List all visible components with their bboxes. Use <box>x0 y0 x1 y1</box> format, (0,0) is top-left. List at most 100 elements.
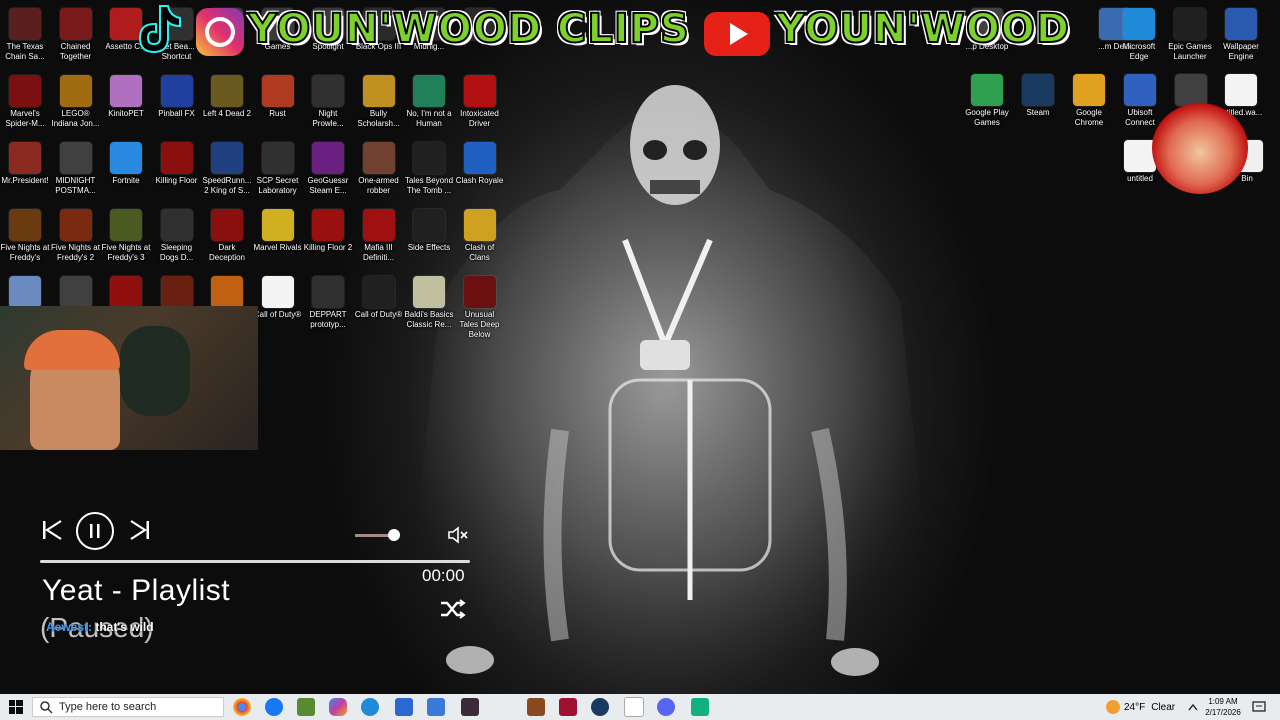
desktop-icon[interactable]: Unusual Tales Deep Below <box>455 274 505 340</box>
taskbar-app-chat[interactable] <box>690 697 710 717</box>
taskbar-app-file[interactable] <box>624 697 644 717</box>
desktop-icon[interactable]: Night Prowle... <box>303 73 353 139</box>
desktop-icon-label: Steam <box>1026 108 1050 117</box>
taskbar-app-discord[interactable] <box>656 697 676 717</box>
desktop-icon[interactable]: Left 4 Dead 2 <box>202 73 252 139</box>
taskbar-app-game[interactable] <box>526 697 546 717</box>
weather-widget[interactable]: 24°F Clear <box>1106 697 1176 717</box>
desktop-icon[interactable]: SpeedRunn... 2 King of S... <box>202 140 252 206</box>
app-icon <box>1073 74 1105 106</box>
desktop-icon[interactable]: SCP Secret Laboratory <box>253 140 303 206</box>
desktop-icon-label: MIDNIGHT POSTMA... <box>55 176 96 195</box>
app-icon <box>1022 74 1054 106</box>
mute-button[interactable] <box>446 524 470 546</box>
taskbar-app-chrome[interactable] <box>232 697 252 717</box>
app-icon <box>110 209 142 241</box>
taskbar-search-box[interactable]: Type here to search <box>32 697 224 717</box>
desktop-icon[interactable]: Five Nights at Freddy's 3 <box>101 207 151 273</box>
tray-chevron-button[interactable] <box>1186 697 1200 717</box>
desktop-icon-label: Chained Together <box>59 42 92 61</box>
taskbar-app-minecraft[interactable] <box>296 697 316 717</box>
desktop-icon[interactable]: Five Nights at Freddy's <box>0 207 50 273</box>
desktop-icon-label: Mr.President! <box>1 176 49 185</box>
desktop-icon[interactable]: Intoxicated Driver <box>455 73 505 139</box>
desktop-icon[interactable]: KinitoPET <box>101 73 151 139</box>
media-icon <box>559 698 577 716</box>
discord-icon <box>657 698 675 716</box>
desktop-icon-label: Call of Duty® <box>354 310 403 319</box>
desktop-icon[interactable]: Bully Scholarsh... <box>354 73 404 139</box>
app-icon <box>971 74 1003 106</box>
desktop-icon[interactable]: The Texas Chain Sa... <box>0 6 50 72</box>
desktop-icon[interactable]: Wallpaper Engine <box>1216 6 1266 72</box>
previous-track-button[interactable] <box>38 516 66 544</box>
desktop-icon[interactable]: Google Play Games <box>962 72 1012 138</box>
desktop-icon-label: Sleeping Dogs D... <box>159 243 194 262</box>
desktop-icon[interactable]: DEPPART prototyp... <box>303 274 353 340</box>
pause-button[interactable] <box>76 512 114 550</box>
desktop-icon[interactable]: One-armed robber <box>354 140 404 206</box>
taskbar-app-media[interactable] <box>558 697 578 717</box>
desktop-icon[interactable]: Marvel's Spider-M... <box>0 73 50 139</box>
desktop-icon[interactable]: Tales Beyond The Tomb ... <box>404 140 454 206</box>
taskbar-app-steam[interactable] <box>590 697 610 717</box>
copilot-icon <box>329 698 347 716</box>
taskbar-app-edge[interactable] <box>360 697 380 717</box>
desktop-icon[interactable]: Fortnite <box>101 140 151 206</box>
game-icon <box>527 698 545 716</box>
taskbar-app-mail[interactable] <box>426 697 446 717</box>
start-button[interactable] <box>6 697 26 717</box>
sticker-mascot <box>1152 102 1248 194</box>
notification-button[interactable] <box>1250 697 1268 717</box>
track-progress-bar[interactable] <box>40 560 470 563</box>
desktop-icon[interactable]: Dark Deception <box>202 207 252 273</box>
desktop-icon[interactable]: Epic Games Launcher <box>1165 6 1215 72</box>
desktop-icon[interactable]: Side Effects <box>404 207 454 273</box>
desktop-icon[interactable]: Call of Duty® <box>354 274 404 340</box>
app-icon <box>463 276 496 308</box>
app-icon <box>413 142 445 174</box>
volume-slider-handle[interactable] <box>388 529 400 541</box>
desktop-icon-label: Five Nights at Freddy's 3 <box>101 243 151 262</box>
desktop-icon-label: Bully Scholarsh... <box>357 109 400 128</box>
app-icon <box>59 276 92 308</box>
desktop-icon[interactable]: Baldi's Basics Classic Re... <box>404 274 454 340</box>
app-icon <box>463 209 496 241</box>
taskbar-app-obs[interactable] <box>460 697 480 717</box>
desktop-icon[interactable]: Rust <box>253 73 303 139</box>
desktop-icon[interactable]: Pinball FX <box>152 73 202 139</box>
taskbar-app-facebook[interactable] <box>264 697 284 717</box>
shuffle-button[interactable] <box>438 596 468 622</box>
desktop-icon[interactable]: Chained Together <box>51 6 101 72</box>
desktop-icon[interactable]: Google Chrome <box>1064 72 1114 138</box>
taskbar-app-copilot[interactable] <box>328 697 348 717</box>
app-icon <box>110 75 142 107</box>
desktop-icon[interactable]: Mr.President! <box>0 140 50 206</box>
desktop-icon[interactable]: Marvel Rivals <box>253 207 303 273</box>
clock[interactable]: 1:09 AM 2/17/2026 <box>1200 697 1246 717</box>
desktop-icon[interactable]: Clash Royale <box>455 140 505 206</box>
desktop-icon[interactable]: Five Nights at Freddy's 2 <box>51 207 101 273</box>
chat-message: Aewest: that's wild <box>46 620 154 634</box>
desktop-icon[interactable]: GeoGuessr Steam E... <box>303 140 353 206</box>
app-icon <box>312 75 344 107</box>
desktop-icon[interactable]: Sleeping Dogs D... <box>152 207 202 273</box>
desktop-icon[interactable]: Killing Floor 2 <box>303 207 353 273</box>
desktop-icon-label: Wallpaper Engine <box>1223 42 1259 61</box>
desktop-icon[interactable]: Mafia III Definiti... <box>354 207 404 273</box>
webcam-overlay <box>0 306 258 450</box>
desktop-icon-label: Mafia III Definiti... <box>362 243 395 262</box>
next-track-button[interactable] <box>126 516 154 544</box>
desktop-icon[interactable]: Steam <box>1013 72 1063 138</box>
desktop-icon[interactable]: MIDNIGHT POSTMA... <box>51 140 101 206</box>
desktop-icon[interactable]: Clash of Clans <box>455 207 505 273</box>
desktop-icon[interactable]: LEGO® Indiana Jon... <box>51 73 101 139</box>
desktop-icon[interactable]: No, I'm not a Human <box>404 73 454 139</box>
desktop-icon-label: Epic Games Launcher <box>1168 42 1212 61</box>
desktop-icon-label: SpeedRunn... 2 King of S... <box>202 176 252 195</box>
skip-previous-icon <box>43 520 62 540</box>
desktop-icon[interactable]: Microsoft Edge <box>1114 6 1164 72</box>
desktop-icon[interactable]: Call of Duty® <box>253 274 303 340</box>
desktop-icon[interactable]: Killing Floor <box>152 140 202 206</box>
taskbar-app-store[interactable] <box>394 697 414 717</box>
